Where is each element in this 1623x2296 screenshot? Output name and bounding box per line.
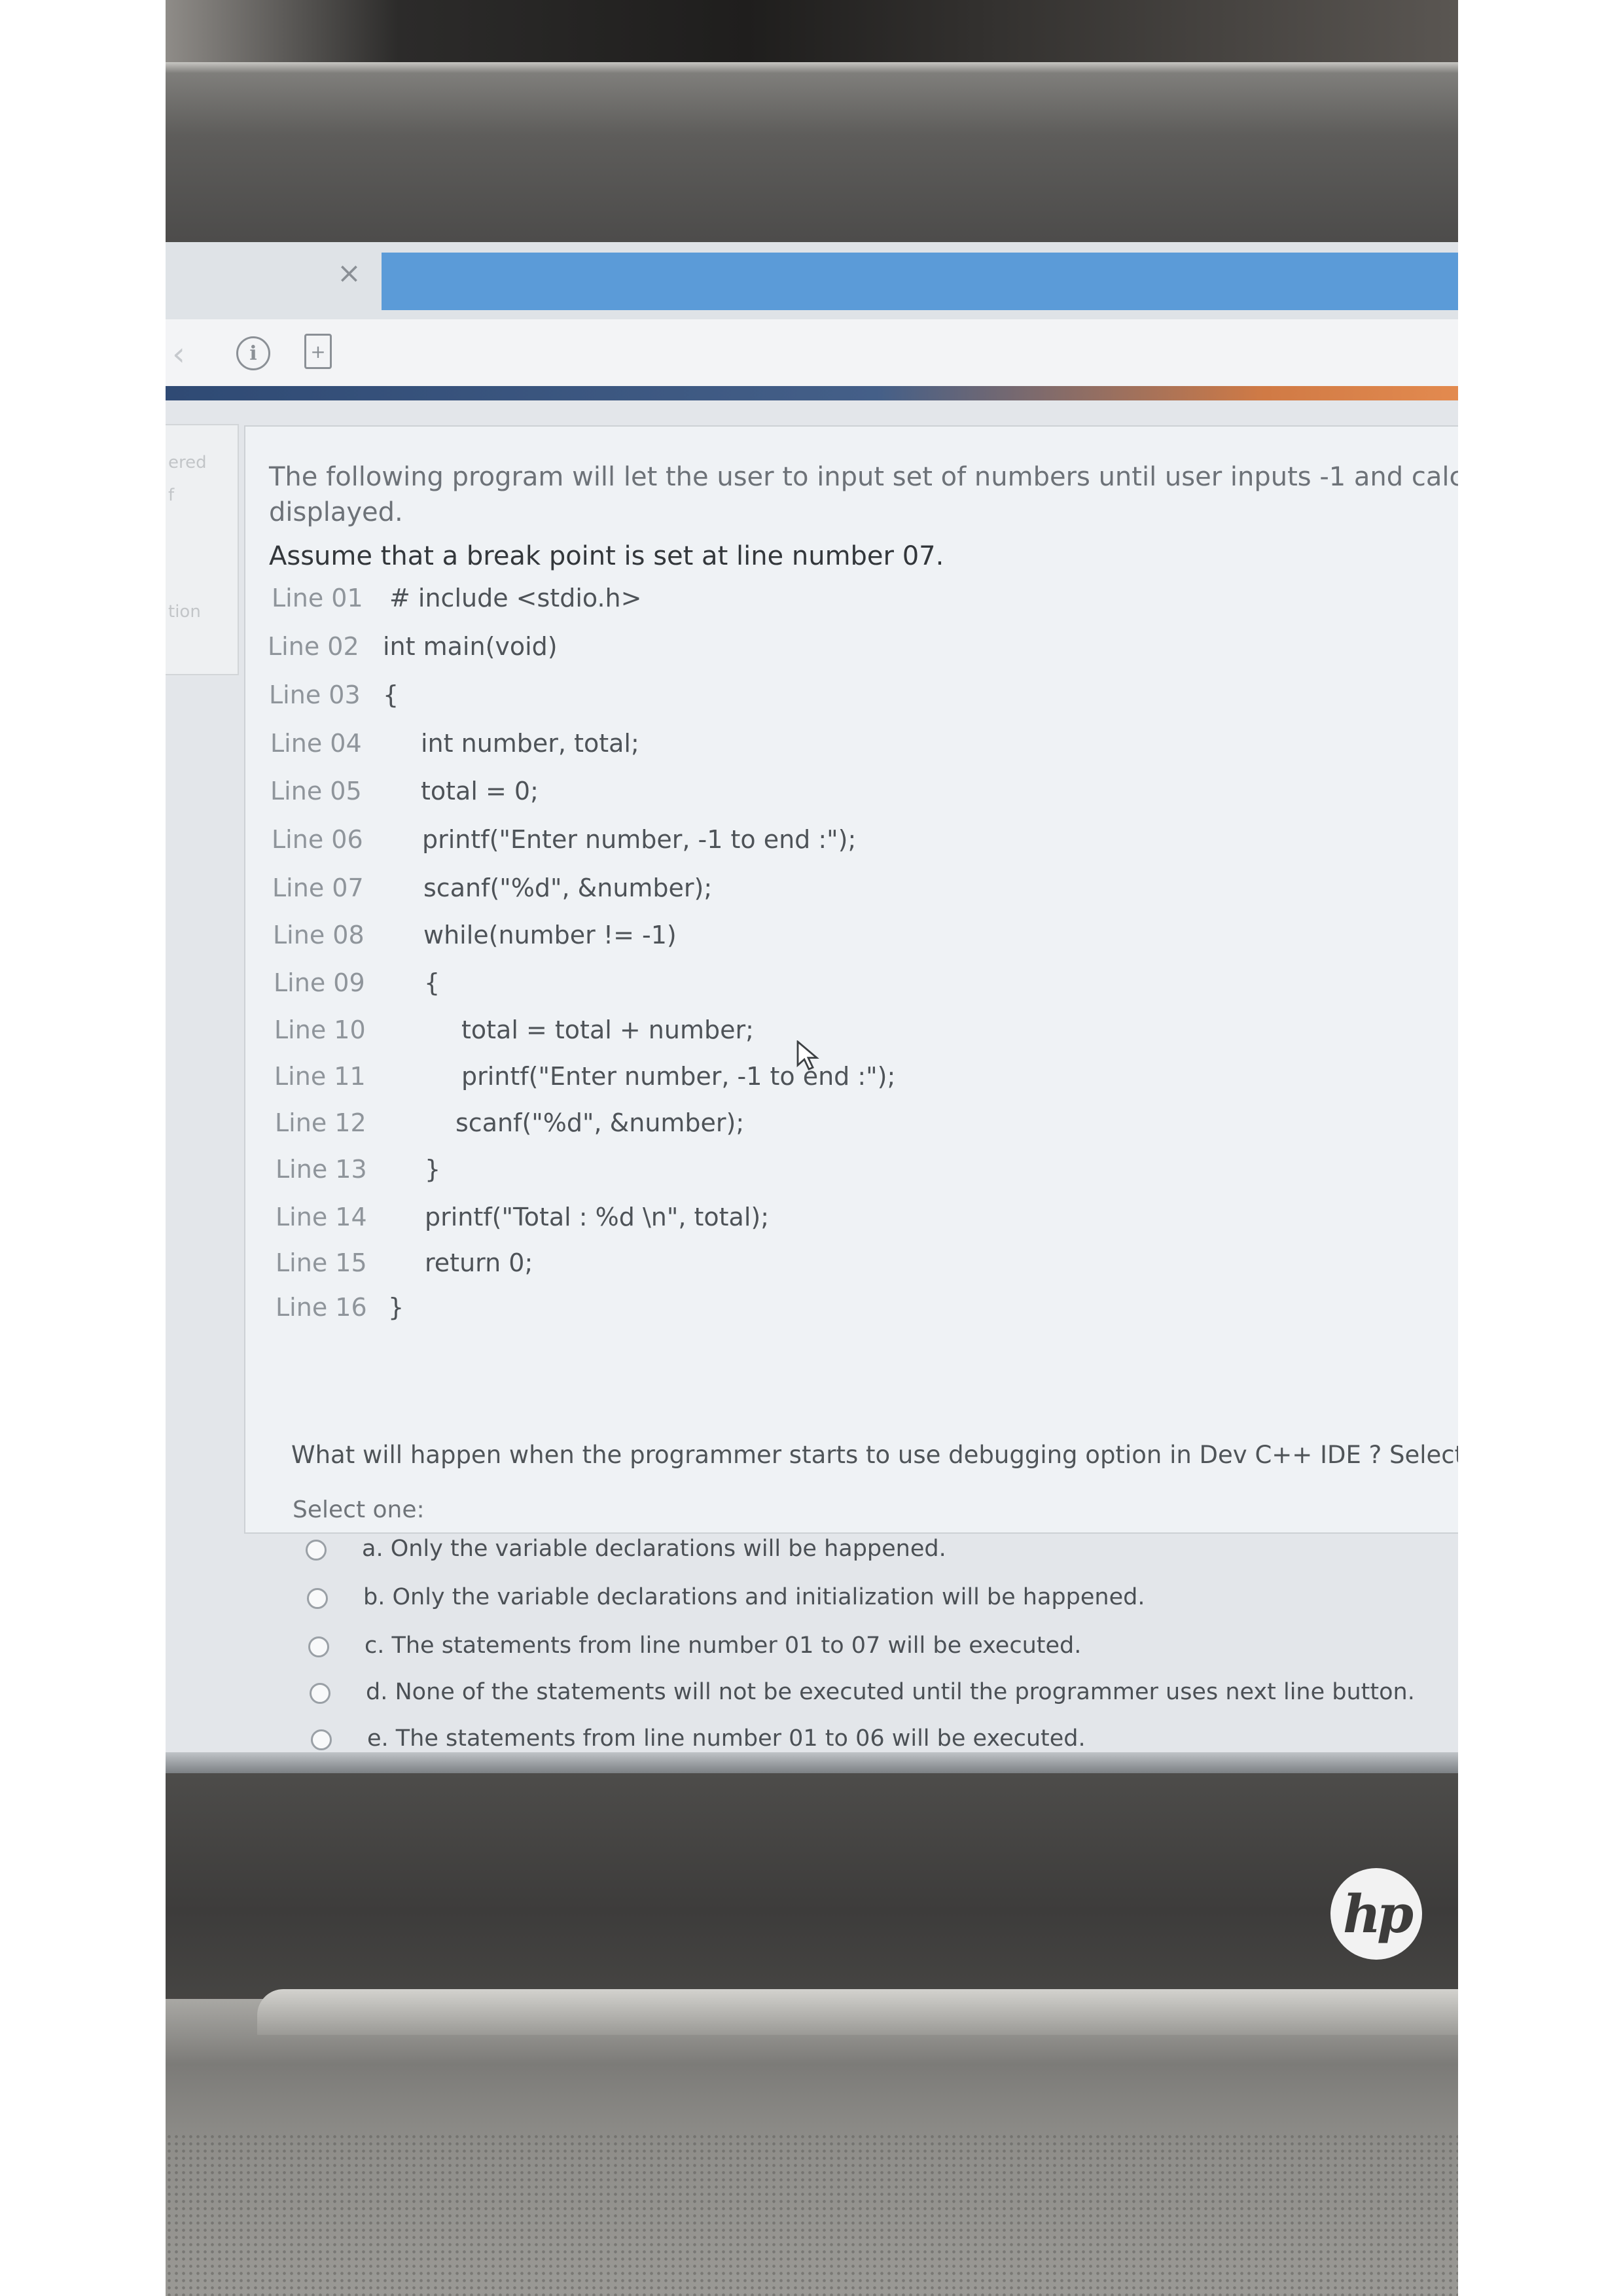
code-text: total = 0; (421, 777, 539, 805)
question-text-line: The following program will let the user … (269, 462, 1458, 492)
code-text: printf("Enter number, -1 to end :"); (422, 825, 857, 854)
laptop-bottom-bezel: hp (166, 1773, 1458, 2002)
line-number: Line 13 (276, 1155, 367, 1184)
code-text: # include <stdio.h> (389, 584, 642, 612)
question-text: The following program will let the user … (269, 459, 1458, 530)
browser-tab-bar: × (166, 242, 1458, 319)
line-number: Line 05 (270, 777, 362, 805)
code-text: while(number != -1) (423, 921, 677, 949)
line-number: Line 09 (274, 968, 365, 997)
line-number: Line 02 (268, 632, 359, 661)
laptop-screen: × ‹ i + ered f tion The following progra… (166, 242, 1458, 1773)
code-text: { (424, 968, 440, 997)
radio-button[interactable] (307, 1588, 328, 1609)
code-text: scanf("%d", &number); (423, 874, 713, 902)
line-number: Line 03 (269, 680, 361, 709)
answer-label[interactable]: e. The statements from line number 01 to… (367, 1725, 1086, 1752)
photo-frame: × ‹ i + ered f tion The following progra… (166, 0, 1458, 2296)
line-number: Line 07 (272, 874, 364, 902)
answer-label[interactable]: a. Only the variable declarations will b… (362, 1536, 946, 1562)
radio-button[interactable] (306, 1540, 327, 1561)
code-text: scanf("%d", &number); (455, 1108, 745, 1137)
background-wall (166, 0, 1458, 65)
select-one-label: Select one: (293, 1496, 425, 1523)
site-header-bar (166, 386, 1458, 400)
browser-address-bar: ‹ i + (166, 319, 1458, 387)
question-text-line: displayed. (269, 497, 403, 527)
line-number: Line 10 (274, 1016, 366, 1044)
laptop-hinge (257, 1989, 1458, 2035)
radio-button[interactable] (310, 1683, 330, 1704)
laptop-top-bezel (166, 62, 1458, 245)
line-number: Line 11 (274, 1062, 366, 1091)
hp-logo: hp (1330, 1868, 1422, 1960)
question-card: The following program will let the user … (244, 425, 1458, 1752)
radio-button[interactable] (308, 1636, 329, 1657)
browser-tab-active[interactable] (382, 253, 1458, 310)
speaker-grille (166, 2133, 1458, 2296)
back-icon[interactable]: ‹ (172, 335, 185, 373)
answer-label[interactable]: d. None of the statements will not be ex… (366, 1679, 1415, 1705)
info-mark-text: f (168, 486, 175, 505)
question-assumption: Assume that a break point is set at line… (269, 541, 944, 571)
code-text: int main(void) (383, 632, 558, 661)
line-number: Line 08 (273, 921, 365, 949)
answer-label[interactable]: b. Only the variable declarations and in… (363, 1584, 1145, 1610)
code-text: { (383, 680, 399, 709)
screen-bottom-edge (166, 1752, 1458, 1773)
line-number: Line 06 (272, 825, 363, 854)
line-number: Line 15 (276, 1248, 367, 1277)
code-text: int number, total; (421, 729, 639, 758)
mouse-cursor-icon (796, 1040, 819, 1070)
answer-label[interactable]: c. The statements from line number 01 to… (365, 1633, 1081, 1659)
code-text: printf("Enter number, -1 to end :"); (461, 1062, 896, 1091)
info-icon[interactable]: i (236, 336, 270, 370)
page-icon[interactable]: + (304, 334, 332, 369)
line-number: Line 12 (275, 1108, 366, 1137)
info-status-text: ered (168, 453, 207, 472)
code-text: total = total + number; (461, 1016, 754, 1044)
line-number: Line 16 (276, 1293, 367, 1322)
code-text: printf("Total : %d \n", total); (425, 1203, 770, 1231)
line-number: Line 14 (276, 1203, 367, 1231)
line-number: Line 04 (270, 729, 362, 758)
question-info-panel: ered f tion (166, 424, 239, 675)
close-icon[interactable]: × (337, 256, 361, 290)
code-text: return 0; (425, 1248, 533, 1277)
code-text: } (425, 1155, 441, 1184)
info-flag-text[interactable]: tion (168, 602, 201, 622)
radio-button[interactable] (311, 1729, 332, 1750)
code-text: } (388, 1293, 404, 1322)
question-prompt: What will happen when the programmer sta… (291, 1441, 1458, 1469)
line-number: Line 01 (272, 584, 363, 612)
